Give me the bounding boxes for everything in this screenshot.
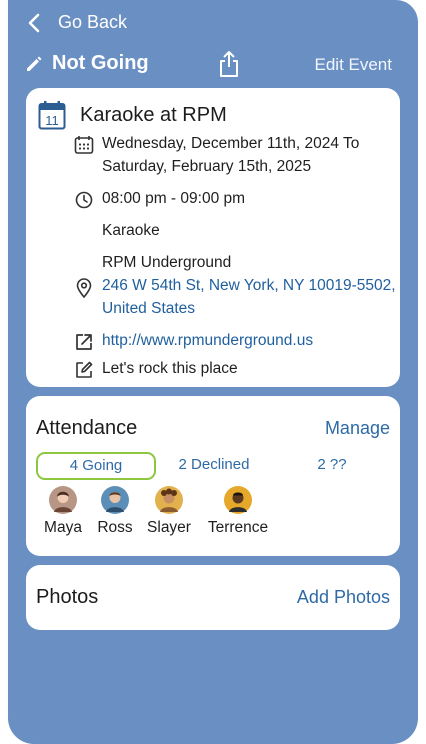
app-screen: Go Back Not Going Edit Event 11 Karaoke … bbox=[8, 0, 418, 744]
event-address-link[interactable]: 246 W 54th St, New York, NY 10019-5502, … bbox=[102, 274, 396, 320]
tab-declined[interactable]: 2 Declined bbox=[158, 452, 270, 478]
avatar bbox=[224, 486, 252, 514]
attendance-title: Attendance bbox=[36, 417, 138, 439]
event-dates: Wednesday, December 11th, 2024 To Saturd… bbox=[74, 132, 359, 178]
share-icon bbox=[220, 51, 238, 77]
attendee-terrence[interactable]: Terrence bbox=[202, 486, 274, 537]
event-title: Karaoke at RPM bbox=[80, 103, 227, 126]
action-bar: Not Going Edit Event bbox=[8, 50, 418, 82]
event-note-text: Let's rock this place bbox=[102, 360, 238, 377]
photos-card: Photos Add Photos bbox=[26, 565, 400, 630]
tab-going[interactable]: 4 Going bbox=[36, 452, 156, 480]
tab-unknown[interactable]: 2 ?? bbox=[276, 452, 388, 478]
top-bar: Go Back bbox=[8, 0, 418, 48]
rsvp-status-button[interactable]: Not Going bbox=[24, 52, 149, 75]
avatar bbox=[155, 486, 183, 514]
share-button[interactable] bbox=[218, 50, 240, 83]
event-header: 11 Karaoke at RPM bbox=[38, 100, 227, 130]
event-address-line1: 246 W 54th St, New York, NY 10019-5502, bbox=[102, 277, 396, 294]
external-link-icon bbox=[76, 334, 92, 350]
go-back-button[interactable]: Go Back bbox=[28, 12, 127, 33]
chevron-left-icon bbox=[28, 13, 40, 32]
calendar-icon: 11 bbox=[38, 101, 66, 130]
attendee-maya[interactable]: Maya bbox=[36, 486, 90, 537]
event-website-link[interactable]: http://www.rpmunderground.us bbox=[102, 329, 313, 352]
attendee-name: Slayer bbox=[147, 519, 191, 536]
edit-note-icon bbox=[76, 361, 93, 378]
calendar-day: 11 bbox=[45, 113, 59, 128]
event-date-line1: Wednesday, December 11th, 2024 To bbox=[102, 135, 360, 152]
attendance-card: Attendance Manage 4 Going 2 Declined 2 ?… bbox=[26, 396, 400, 556]
event-date-text: Wednesday, December 11th, 2024 To Saturd… bbox=[102, 132, 359, 178]
photos-title: Photos bbox=[36, 586, 99, 608]
event-website[interactable]: http://www.rpmunderground.us bbox=[74, 329, 313, 352]
manage-button[interactable]: Manage bbox=[325, 418, 390, 439]
event-address[interactable]: 246 W 54th St, New York, NY 10019-5502, … bbox=[74, 274, 396, 320]
pencil-icon bbox=[27, 56, 42, 71]
event-note: Let's rock this place bbox=[74, 357, 238, 380]
location-pin-icon bbox=[76, 278, 92, 299]
rsvp-status-label: Not Going bbox=[52, 52, 149, 74]
avatar bbox=[49, 486, 77, 514]
event-time: 08:00 pm - 09:00 pm bbox=[74, 187, 245, 210]
event-venue: RPM Underground bbox=[102, 254, 232, 271]
attendee-name: Maya bbox=[44, 519, 82, 536]
event-details-card: 11 Karaoke at RPM Wednesday, December 11… bbox=[26, 88, 400, 387]
event-date-line2: Saturday, February 15th, 2025 bbox=[102, 158, 312, 175]
event-address-line2: United States bbox=[102, 300, 196, 317]
attendee-name: Terrence bbox=[207, 519, 269, 536]
attendee-name: Ross bbox=[97, 519, 133, 536]
calendar-grid-icon bbox=[74, 136, 94, 154]
event-category: Karaoke bbox=[102, 222, 160, 239]
go-back-label: Go Back bbox=[58, 12, 128, 32]
clock-icon bbox=[75, 191, 93, 209]
event-time-text: 08:00 pm - 09:00 pm bbox=[102, 190, 246, 207]
edit-event-button[interactable]: Edit Event bbox=[315, 55, 393, 75]
avatar bbox=[101, 486, 129, 514]
add-photos-button[interactable]: Add Photos bbox=[297, 587, 390, 608]
attendee-ross[interactable]: Ross bbox=[88, 486, 142, 537]
attendee-slayer[interactable]: Slayer bbox=[142, 486, 196, 537]
